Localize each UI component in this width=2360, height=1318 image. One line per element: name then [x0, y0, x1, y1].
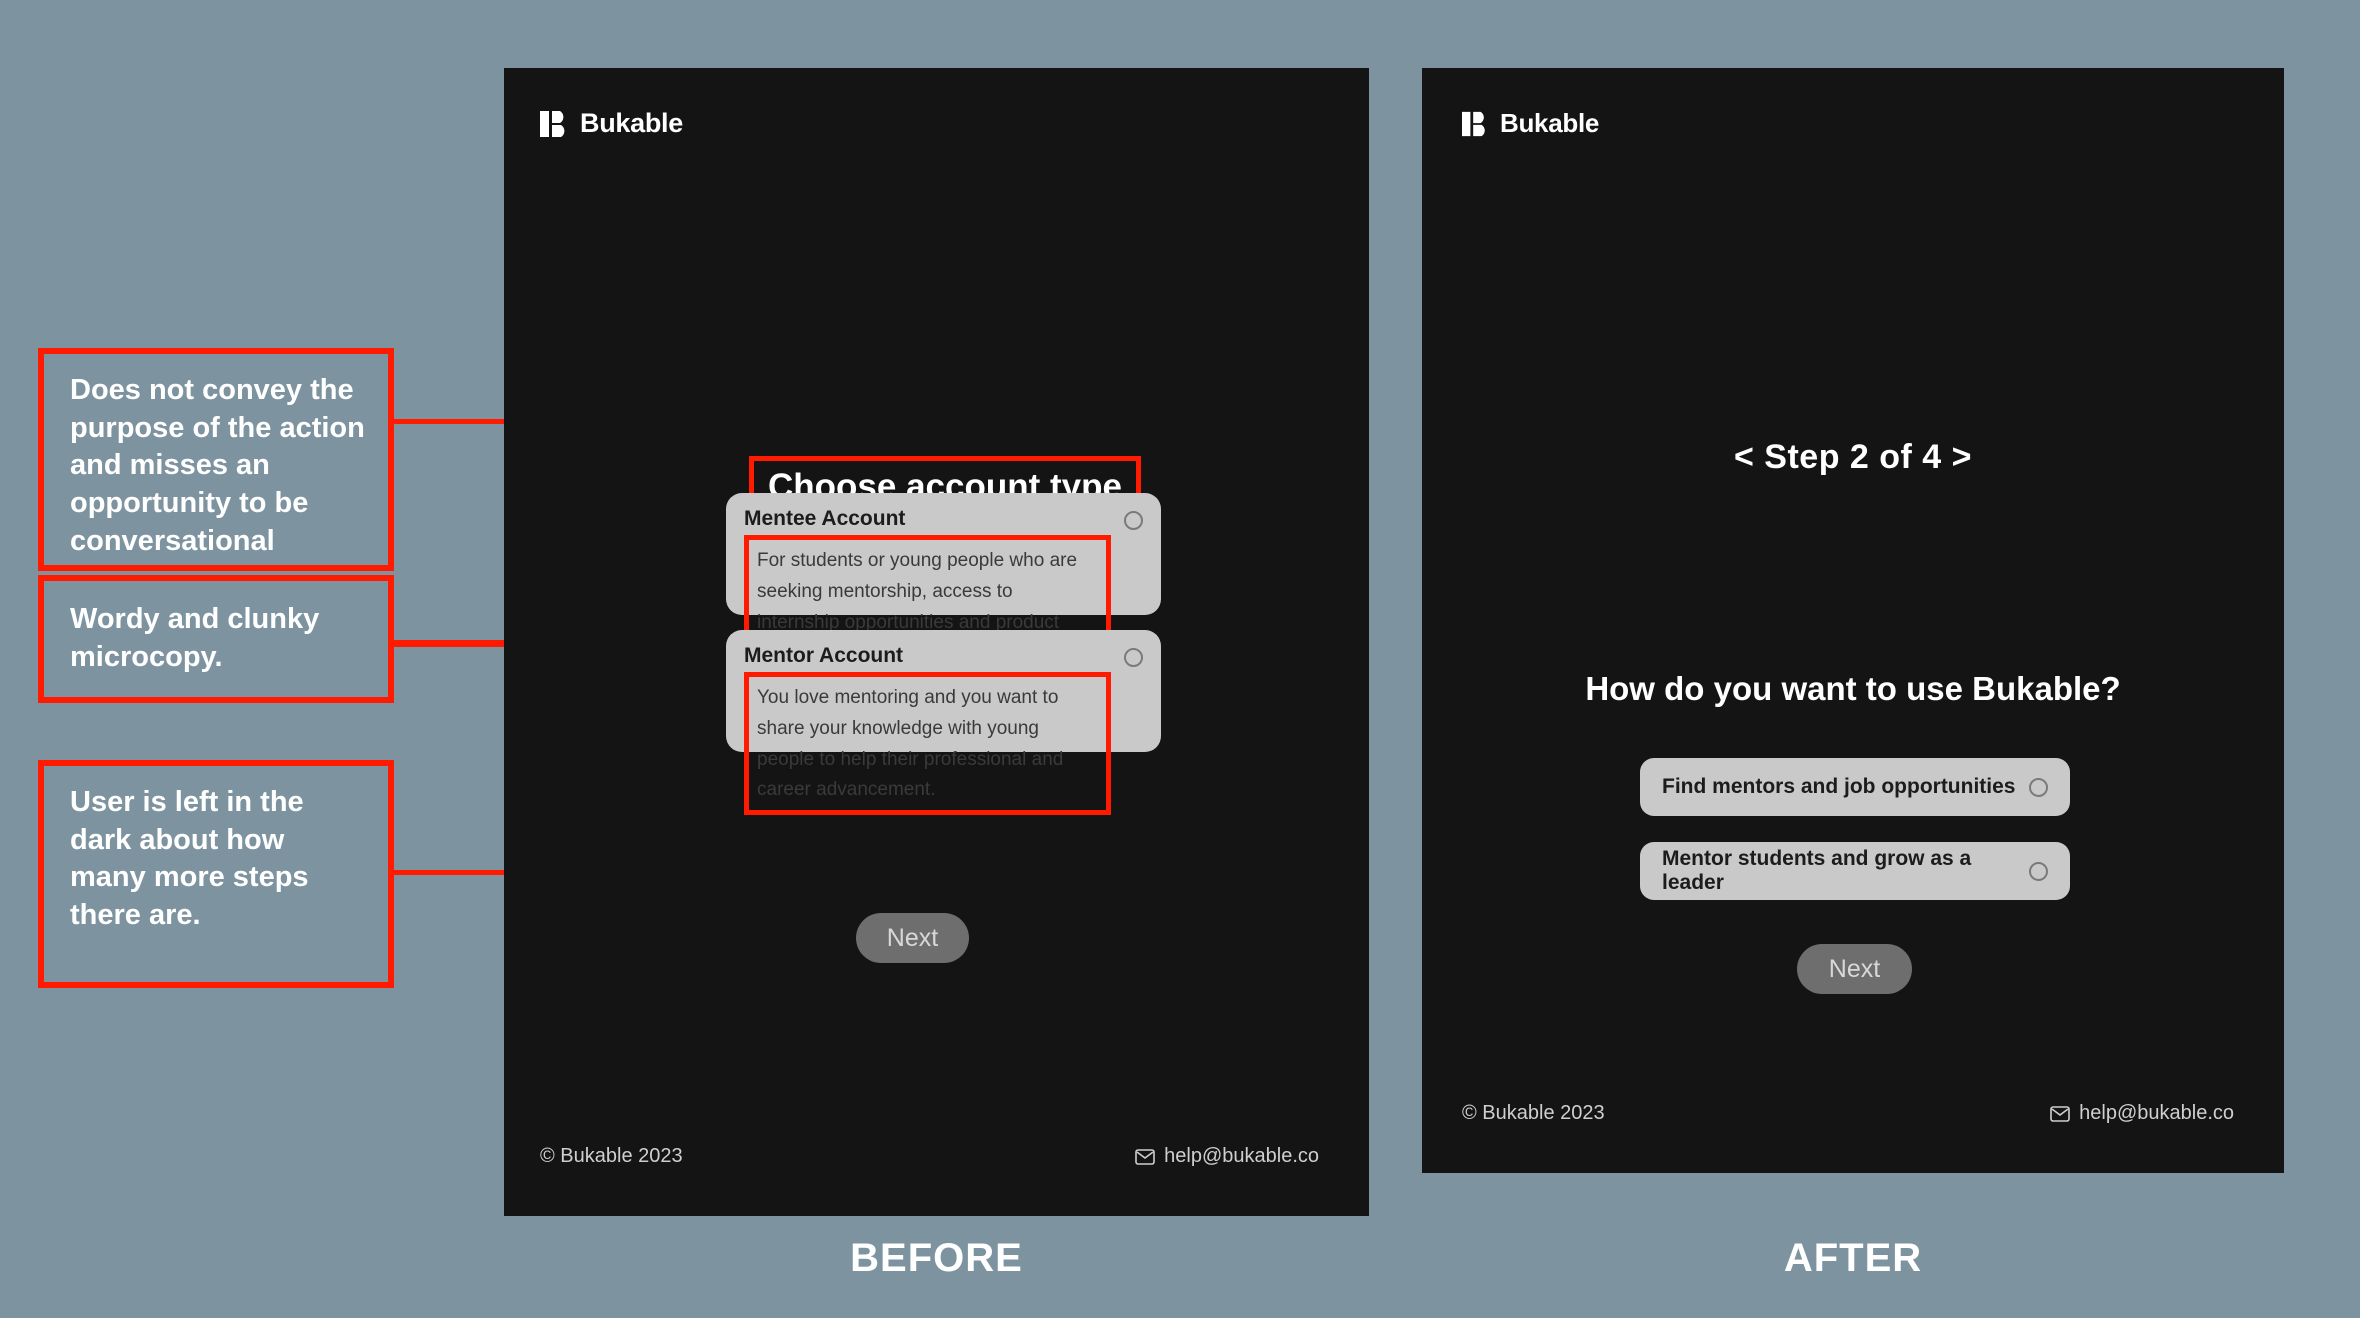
annotation-box-1: Does not convey the purpose of the actio… — [38, 348, 394, 571]
after-footer-copyright: © Bukable 2023 — [1462, 1102, 1605, 1125]
annotation-text-1: Does not convey the purpose of the actio… — [70, 374, 365, 557]
before-footer-email[interactable]: help@bukable.co — [1135, 1145, 1319, 1168]
card-title-mentee: Mentee Account — [744, 507, 906, 530]
annotation-text-3: User is left in the dark about how many … — [70, 786, 309, 932]
after-page-heading: How do you want to use Bukable? — [1585, 670, 2121, 707]
before-logo: Bukable — [540, 108, 683, 139]
account-type-card-mentor[interactable]: Mentor Account You love mentoring and yo… — [726, 630, 1161, 816]
after-panel: Bukable < Step 2 of 4 > How do you want … — [1422, 68, 2284, 1173]
card-title-mentor: Mentor Account — [744, 644, 904, 667]
card-description-mentor: You love mentoring and you want to share… — [757, 687, 1064, 801]
envelope-icon — [2050, 1105, 2070, 1122]
before-footer-copyright: © Bukable 2023 — [540, 1145, 683, 1168]
before-panel: Bukable Choose account type Mentee Accou… — [504, 68, 1369, 1216]
card-description-highlight-mentor: You love mentoring and you want to share… — [744, 672, 1111, 816]
after-next-button[interactable]: Next — [1797, 944, 1912, 994]
radio-mentor-students[interactable] — [2029, 861, 2048, 881]
option-label-find-mentors: Find mentors and job opportunities — [1662, 775, 2016, 798]
annotation-text-2: Wordy and clunky microcopy. — [70, 603, 320, 673]
after-footer-email[interactable]: help@bukable.co — [2050, 1102, 2234, 1125]
radio-mentor[interactable] — [1124, 648, 1143, 667]
before-email-text: help@bukable.co — [1164, 1145, 1319, 1167]
bukable-b-logo-icon — [540, 109, 570, 139]
before-next-button[interactable]: Next — [856, 913, 969, 963]
option-mentor-students[interactable]: Mentor students and grow as a leader — [1640, 842, 2070, 900]
after-copyright-text: © Bukable 2023 — [1462, 1102, 1605, 1124]
envelope-icon — [1135, 1148, 1155, 1165]
account-type-card-mentee[interactable]: Mentee Account For students or young peo… — [726, 493, 1161, 679]
option-find-mentors[interactable]: Find mentors and job opportunities — [1640, 758, 2070, 816]
after-email-text: help@bukable.co — [2079, 1102, 2234, 1124]
before-logo-text: Bukable — [580, 108, 683, 138]
radio-mentee[interactable] — [1124, 511, 1143, 530]
annotation-box-2: Wordy and clunky microcopy. — [38, 575, 394, 703]
after-logo-text: Bukable — [1500, 108, 1600, 138]
step-indicator[interactable]: < Step 2 of 4 > — [1422, 438, 2284, 477]
before-caption: BEFORE — [850, 1236, 1023, 1280]
comparison-canvas: Does not convey the purpose of the actio… — [0, 0, 2360, 1318]
annotation-box-3: User is left in the dark about how many … — [38, 760, 394, 988]
radio-find-mentors[interactable] — [2029, 777, 2048, 797]
option-label-mentor-students: Mentor students and grow as a leader — [1662, 847, 1972, 894]
before-copyright-text: © Bukable 2023 — [540, 1145, 683, 1167]
after-caption: AFTER — [1783, 1236, 1923, 1280]
bukable-b-logo-icon — [1462, 110, 1490, 138]
after-logo: Bukable — [1462, 108, 1599, 139]
